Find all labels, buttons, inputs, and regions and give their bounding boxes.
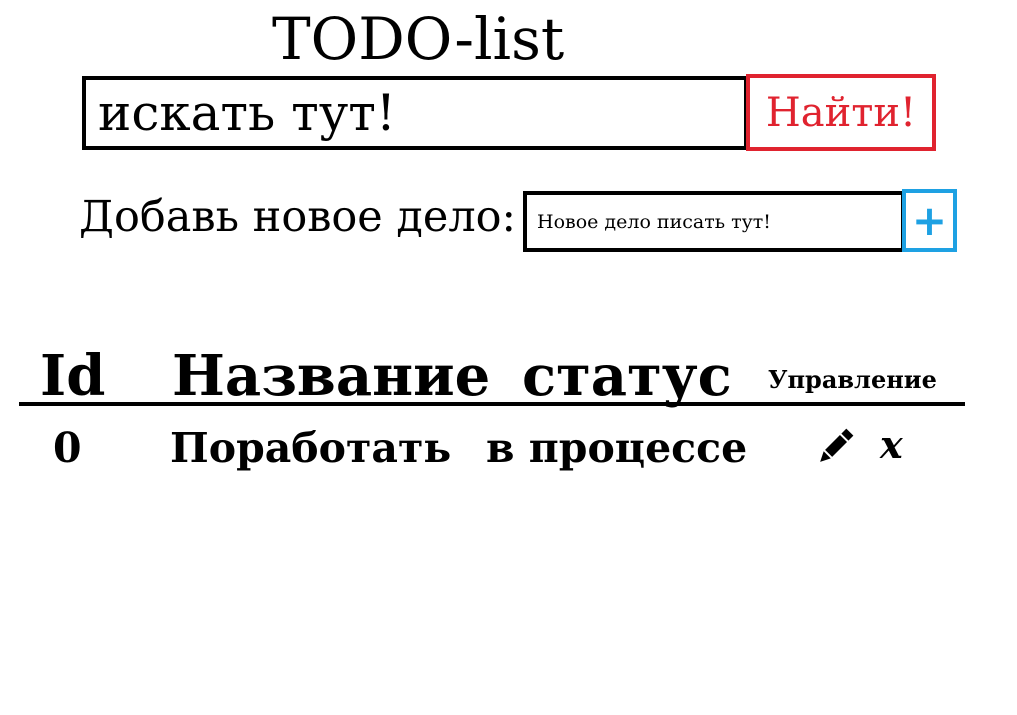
row-status: в процессе — [486, 424, 748, 472]
add-task-box — [523, 191, 905, 252]
new-task-input[interactable] — [537, 210, 892, 233]
add-task-label: Добавь новое дело: — [79, 192, 517, 242]
table-header-divider — [19, 402, 965, 406]
page-title: TODO-list — [272, 5, 565, 73]
search-input[interactable] — [98, 84, 728, 142]
column-header-status: статус — [522, 343, 732, 409]
column-header-name: Название — [172, 343, 491, 409]
column-header-id: Id — [40, 343, 106, 409]
pencil-icon[interactable] — [814, 426, 856, 468]
search-button[interactable]: Найти! — [746, 74, 936, 151]
row-name: Поработать — [170, 424, 452, 472]
delete-icon[interactable]: x — [880, 426, 903, 464]
row-id: 0 — [53, 424, 82, 472]
column-header-actions: Управление — [768, 365, 937, 394]
search-box — [82, 76, 748, 150]
add-task-button[interactable]: + — [902, 189, 957, 252]
